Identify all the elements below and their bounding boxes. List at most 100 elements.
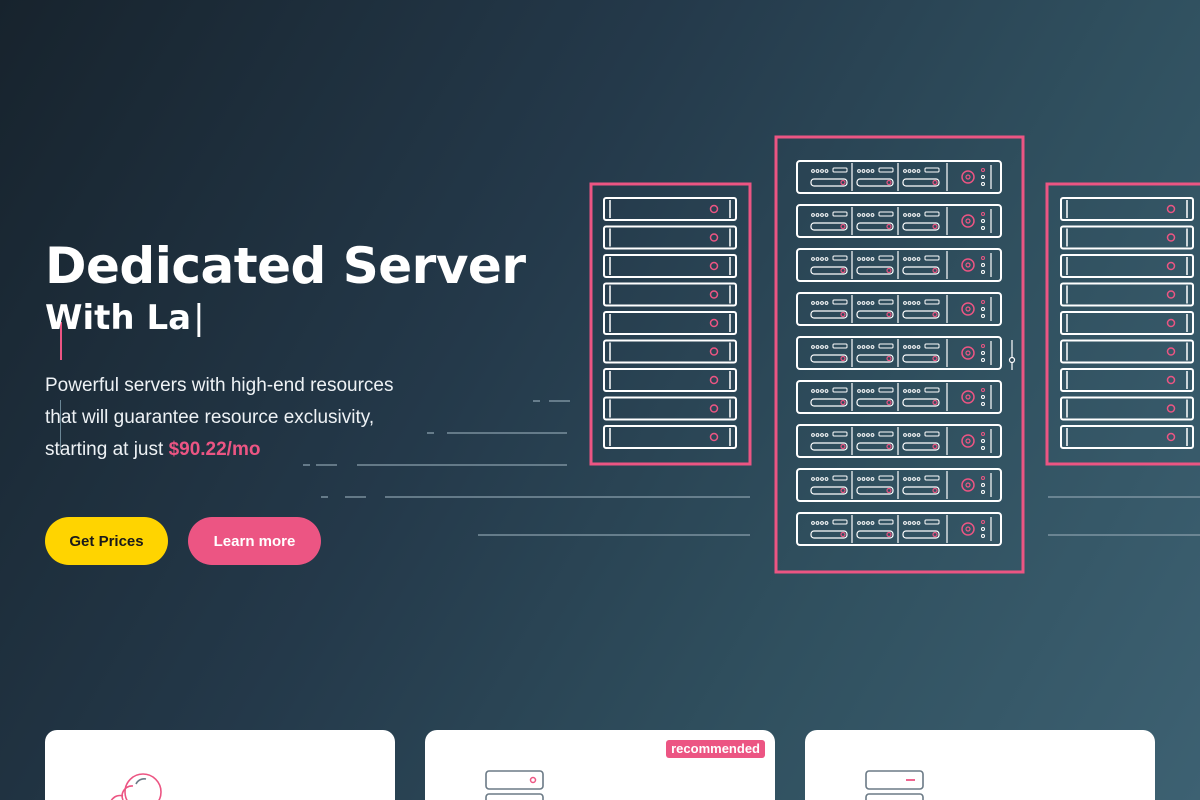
drive-bay-led: [840, 267, 846, 274]
power-button-center: [965, 218, 971, 224]
drive-bay-dot: [861, 301, 866, 305]
drive-bay-dot: [861, 257, 866, 261]
plan-card-server-stack[interactable]: [805, 730, 1155, 800]
left-rack-unit-led: [709, 318, 719, 328]
drive-bay-dot: [824, 433, 829, 437]
right-rack-unit-led: [1166, 318, 1176, 328]
drive-bay-dot: [824, 213, 829, 217]
drive-bay-dot: [820, 169, 824, 173]
drive-bay-dot: [907, 301, 912, 305]
drive-bay-dot: [820, 433, 824, 437]
left-rack-unit-led: [709, 261, 719, 271]
drive-bay-slot: [878, 387, 894, 393]
starting-price: $90.22/mo: [168, 439, 261, 460]
typing-caret: |: [193, 298, 205, 338]
drive-bay-dot: [916, 521, 921, 525]
status-led: [981, 439, 985, 443]
status-led: [981, 314, 985, 318]
right-rack-unit: [1060, 425, 1194, 449]
drive-bay-dot: [870, 213, 875, 217]
drive-bay-dot: [815, 301, 820, 305]
drive-bay-led: [840, 355, 846, 362]
drive-bay-dot: [861, 521, 866, 525]
status-led: [981, 212, 985, 216]
drive-bay-dot: [912, 389, 916, 393]
power-button: [961, 390, 975, 404]
status-led: [981, 175, 985, 179]
drive-bay-dot: [815, 477, 820, 481]
power-button-center: [965, 526, 971, 532]
drive-bay-dot: [824, 477, 829, 481]
drive-bay-dot: [903, 477, 907, 481]
drive-bay-dot: [861, 477, 866, 481]
drive-bay-slot: [832, 519, 848, 525]
drive-bay-dot: [907, 345, 912, 349]
drive-bay-dot: [912, 521, 916, 525]
drive-bay-dot: [903, 257, 907, 261]
drive-bay-dot: [912, 433, 916, 437]
drive-bay-dot: [815, 433, 820, 437]
hero-section: Dedicated Server With La| Powerful serve…: [45, 238, 565, 466]
cloud-icon: [110, 773, 162, 800]
drive-bay-dot: [916, 389, 921, 393]
drive-bay-dot: [861, 345, 866, 349]
drive-bay-slot: [878, 431, 894, 437]
left-rack-unit-led: [709, 404, 719, 413]
learn-more-button[interactable]: Learn more: [188, 517, 321, 565]
plan-card-cloud[interactable]: [45, 730, 395, 800]
right-rack-unit: [1060, 282, 1194, 307]
drive-bay-slot: [878, 211, 894, 217]
drive-bay-led: [932, 355, 938, 362]
drive-bay-dot: [857, 345, 861, 349]
status-led: [981, 395, 985, 399]
drive-bay-dot: [916, 433, 921, 437]
drive-bay-dot: [820, 257, 824, 261]
plan-card-dedicated[interactable]: recommended: [425, 730, 775, 800]
power-button-center: [965, 306, 971, 312]
drive-bay-dot: [866, 477, 870, 481]
right-rack-unit: [1060, 396, 1194, 421]
left-rack-unit: [603, 197, 737, 221]
hero-subtitle: With La|: [45, 296, 565, 340]
hero-subtitle-text: With La: [45, 298, 192, 338]
drive-bay-slot: [924, 211, 940, 217]
drive-bay-dot: [815, 213, 820, 217]
drive-bay-led: [840, 223, 846, 230]
drive-bay-dot: [866, 389, 870, 393]
drive-bay-slot: [832, 431, 848, 437]
status-led: [981, 432, 985, 436]
left-rack-unit-led: [709, 204, 719, 214]
status-led: [981, 182, 985, 186]
status-led: [981, 168, 985, 172]
status-led: [981, 483, 985, 487]
drive-bay-dot: [870, 345, 875, 349]
power-button-center: [965, 350, 971, 356]
drive-bay-slot: [924, 299, 940, 305]
drive-bay-dot: [811, 389, 815, 393]
drive-bay-led: [886, 487, 892, 494]
drive-bay-dot: [866, 257, 870, 261]
drive-bay-led: [840, 531, 846, 538]
get-prices-button[interactable]: Get Prices: [45, 517, 168, 565]
status-led: [981, 534, 985, 538]
drive-bay-slot: [832, 343, 848, 349]
server-icon: [485, 770, 544, 800]
drive-bay-dot: [916, 345, 921, 349]
right-rack-unit-led: [1166, 233, 1176, 242]
status-led: [981, 446, 985, 450]
power-button-center: [965, 438, 971, 444]
hero-description: Powerful servers with high-end resources…: [45, 370, 425, 466]
recommended-badge: recommended: [666, 740, 765, 758]
drive-bay-led: [932, 179, 938, 186]
drive-bay-dot: [870, 169, 875, 173]
left-rack-unit-led: [709, 347, 719, 356]
drive-bay-dot: [861, 169, 866, 173]
status-led: [981, 358, 985, 362]
right-rack-unit: [1060, 339, 1194, 364]
drive-bay-dot: [820, 213, 824, 217]
drive-bay-slot: [924, 431, 940, 437]
power-button: [961, 478, 975, 492]
drive-bay-dot: [811, 169, 815, 173]
drive-bay-dot: [866, 169, 870, 173]
drive-bay-slot: [924, 387, 940, 393]
